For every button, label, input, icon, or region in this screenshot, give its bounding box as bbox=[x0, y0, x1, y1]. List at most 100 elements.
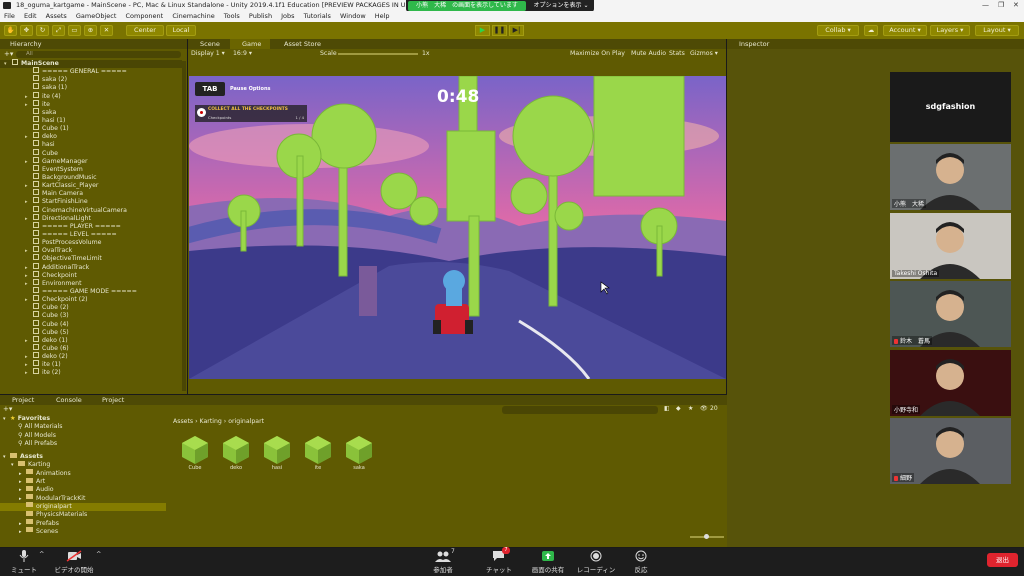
cloud-icon[interactable]: ☁ bbox=[864, 25, 878, 36]
expand-arrow-icon[interactable]: ▸ bbox=[25, 353, 28, 361]
folder-item[interactable]: originalpart bbox=[0, 502, 166, 512]
hierarchy-item[interactable]: Main Camera bbox=[0, 189, 182, 198]
aspect-dropdown[interactable]: 16:9 ▾ bbox=[233, 49, 252, 59]
expand-arrow-icon[interactable]: ▸ bbox=[25, 272, 28, 280]
folder-item[interactable]: ▸ Prefabs bbox=[0, 519, 166, 528]
expand-arrow-icon[interactable]: ▸ bbox=[25, 158, 28, 166]
hierarchy-item[interactable]: ===== GENERAL ===== bbox=[0, 67, 182, 76]
expand-arrow-icon[interactable]: ▸ bbox=[25, 133, 28, 141]
leave-meeting-button[interactable]: 退出 bbox=[987, 553, 1018, 567]
expand-arrow-icon[interactable]: ▸ bbox=[19, 520, 22, 528]
pivot-center-toggle[interactable]: Center bbox=[126, 25, 164, 36]
expand-arrow-icon[interactable]: ▾ bbox=[11, 461, 14, 469]
folder-item[interactable]: ▸ Audio bbox=[0, 485, 166, 494]
expand-arrow-icon[interactable]: ▸ bbox=[25, 215, 28, 223]
minimize-button[interactable]: — bbox=[982, 0, 989, 11]
stats-toggle[interactable]: Stats bbox=[669, 49, 685, 59]
filter-type-icon[interactable]: ◧ bbox=[664, 405, 670, 412]
hierarchy-search-input[interactable]: All bbox=[16, 51, 181, 58]
hierarchy-item[interactable]: ▸ ite (4) bbox=[0, 91, 182, 101]
expand-arrow-icon[interactable]: ▸ bbox=[25, 296, 28, 304]
folder-item[interactable]: ▾ Karting bbox=[0, 460, 166, 469]
hierarchy-item[interactable]: saka (1) bbox=[0, 83, 182, 92]
hierarchy-item[interactable]: ▸ deko bbox=[0, 132, 182, 141]
rotate-tool-icon[interactable]: ↻ bbox=[36, 25, 49, 36]
folder-item[interactable]: ▸ ModularTrackKit bbox=[0, 494, 166, 503]
video-options-chevron-icon[interactable]: ^ bbox=[96, 550, 101, 558]
hierarchy-item[interactable]: Cube (4) bbox=[0, 319, 182, 329]
menu-gameobject[interactable]: GameObject bbox=[76, 12, 117, 20]
mute-audio-toggle[interactable]: Mute Audio bbox=[631, 49, 666, 59]
maximize-button[interactable]: ❐ bbox=[998, 0, 1004, 11]
filter-label-icon[interactable]: ◆ bbox=[676, 405, 681, 412]
folder-item[interactable]: ▸ Scenes bbox=[0, 527, 166, 536]
menu-window[interactable]: Window bbox=[340, 12, 366, 20]
participant-video-tile[interactable]: 鈴木 蒼馬 bbox=[890, 281, 1011, 347]
asset-tile[interactable]: hasi bbox=[260, 435, 294, 471]
favorite-all-prefabs[interactable]: ⚲ All Prefabs bbox=[0, 440, 166, 448]
participant-video-tile[interactable]: 小野寺和 bbox=[890, 349, 1011, 416]
pause-button[interactable]: ❚❚ bbox=[492, 25, 507, 36]
gizmos-dropdown[interactable]: Gizmos ▾ bbox=[690, 49, 718, 59]
hierarchy-item[interactable]: ▸ GameManager bbox=[0, 156, 182, 166]
favorites-header[interactable]: ▾ ★ Favorites bbox=[0, 415, 166, 423]
hierarchy-item[interactable]: ===== PLAYER ===== bbox=[0, 221, 182, 231]
hierarchy-item[interactable]: Cube (1) bbox=[0, 124, 182, 133]
share-screen-button[interactable]: 画面の共有 bbox=[530, 550, 566, 574]
hierarchy-item[interactable]: ▸ ite (1) bbox=[0, 360, 182, 369]
scale-slider[interactable] bbox=[338, 53, 418, 55]
account-dropdown[interactable]: Account ▾ bbox=[883, 25, 927, 36]
tab-console[interactable]: Console bbox=[48, 395, 82, 405]
participant-video-tile[interactable]: Takeshi Oshita bbox=[890, 212, 1011, 279]
menu-tutorials[interactable]: Tutorials bbox=[304, 12, 331, 20]
expand-arrow-icon[interactable]: ▸ bbox=[25, 361, 28, 369]
display-dropdown[interactable]: Display 1 ▾ bbox=[191, 49, 225, 59]
custom-tool-icon[interactable]: ✕ bbox=[100, 25, 113, 36]
hierarchy-item[interactable]: BackgroundMusic bbox=[0, 172, 182, 182]
menu-edit[interactable]: Edit bbox=[24, 12, 37, 20]
hierarchy-tab[interactable]: Hierarchy bbox=[0, 39, 187, 49]
hierarchy-item[interactable]: ▸ StartFinishLine bbox=[0, 197, 182, 206]
reactions-button[interactable]: 反応 bbox=[630, 550, 652, 574]
participant-video-tile[interactable]: 細野 bbox=[890, 418, 1011, 484]
expand-arrow-icon[interactable]: ▸ bbox=[19, 495, 22, 503]
view-options-button[interactable]: オプションを表示 ⌄ bbox=[530, 1, 592, 11]
expand-arrow-icon[interactable]: ▸ bbox=[25, 369, 28, 377]
favorite-all-models[interactable]: ⚲ All Models bbox=[0, 432, 166, 440]
menu-jobs[interactable]: Jobs bbox=[281, 12, 294, 20]
hierarchy-item[interactable]: ▸ AdditionalTrack bbox=[0, 262, 182, 272]
hierarchy-item[interactable]: ▸ ite (2) bbox=[0, 368, 182, 377]
hierarchy-item[interactable]: ObjectiveTimeLimit bbox=[0, 254, 182, 263]
expand-arrow-icon[interactable]: ▸ bbox=[25, 337, 28, 345]
hierarchy-item[interactable]: ▸ OvalTrack bbox=[0, 246, 182, 255]
move-tool-icon[interactable]: ✥ bbox=[20, 25, 33, 36]
menu-publish[interactable]: Publish bbox=[249, 12, 272, 20]
play-button[interactable]: ▶ bbox=[475, 25, 490, 36]
hierarchy-item[interactable]: ▸ DirectionalLight bbox=[0, 213, 182, 223]
tab-game[interactable]: Game bbox=[230, 39, 270, 49]
expand-arrow-icon[interactable]: ▸ bbox=[25, 198, 28, 206]
layout-dropdown[interactable]: Layout ▾ bbox=[975, 25, 1019, 36]
hand-tool-icon[interactable]: ✋ bbox=[4, 25, 17, 36]
add-icon[interactable]: +▾ bbox=[4, 50, 13, 58]
asset-tile[interactable]: Cube bbox=[178, 435, 212, 471]
maximize-on-play-toggle[interactable]: Maximize On Play bbox=[570, 49, 625, 59]
expand-arrow-icon[interactable]: ▸ bbox=[19, 528, 22, 536]
menu-help[interactable]: Help bbox=[375, 12, 390, 20]
favorite-icon[interactable]: ★ bbox=[688, 405, 693, 412]
hierarchy-item[interactable]: ▸ Checkpoint bbox=[0, 270, 182, 280]
asset-tile[interactable]: deko bbox=[219, 435, 253, 471]
asset-tile[interactable]: saka bbox=[342, 435, 376, 471]
expand-arrow-icon[interactable]: ▸ bbox=[19, 478, 22, 486]
step-button[interactable]: ▶| bbox=[509, 25, 524, 36]
hierarchy-item[interactable]: ===== LEVEL ===== bbox=[0, 229, 182, 239]
expand-arrow-icon[interactable]: ▸ bbox=[25, 101, 28, 109]
hierarchy-item[interactable]: ▸ deko (1) bbox=[0, 335, 182, 345]
tab-project-2[interactable]: Project bbox=[94, 395, 124, 405]
rect-tool-icon[interactable]: ▭ bbox=[68, 25, 81, 36]
favorite-all-materials[interactable]: ⚲ All Materials bbox=[0, 423, 166, 431]
layers-dropdown[interactable]: Layers ▾ bbox=[930, 25, 970, 36]
transform-tool-icon[interactable]: ⊕ bbox=[84, 25, 97, 36]
hierarchy-item[interactable]: Cube (3) bbox=[0, 311, 182, 320]
asset-tile[interactable]: ite bbox=[301, 435, 335, 471]
